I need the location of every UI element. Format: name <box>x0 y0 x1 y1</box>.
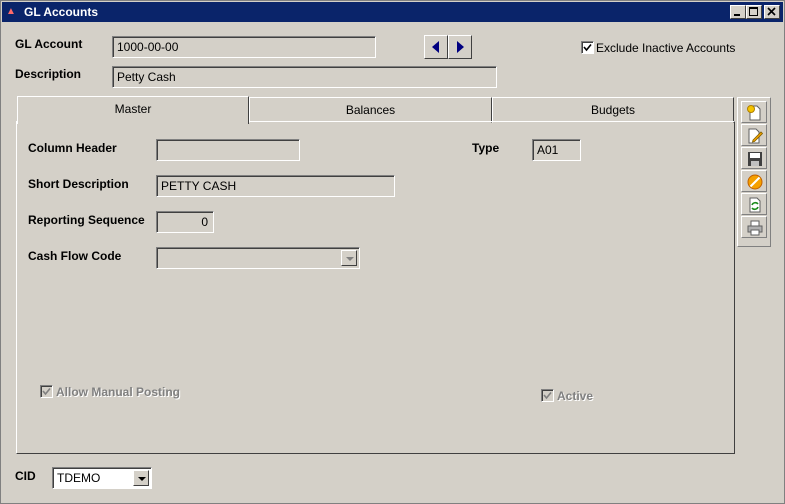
column-header-field[interactable] <box>156 139 300 161</box>
checkmark-icon <box>42 387 51 396</box>
allow-manual-posting-label: Allow Manual Posting <box>56 385 181 399</box>
cash-flow-code-label: Cash Flow Code <box>28 249 122 263</box>
window-title: GL Accounts <box>24 5 99 19</box>
chevron-down-icon <box>138 477 146 481</box>
short-description-field[interactable]: PETTY CASH <box>156 175 395 197</box>
title-bar[interactable]: ▲ GL Accounts <box>2 2 783 22</box>
app-icon: ▲ <box>6 6 16 17</box>
gl-account-label: GL Account <box>15 37 83 51</box>
chevron-down-icon <box>346 257 354 261</box>
previous-record-button[interactable] <box>424 35 448 59</box>
allow-manual-posting-checkbox[interactable] <box>40 385 53 398</box>
gl-accounts-window: ▲ GL Accounts GL Account 1000-00-00 Excl… <box>0 0 785 504</box>
checkmark-icon <box>583 43 592 52</box>
save-icon <box>748 152 762 166</box>
exclude-inactive-checkbox[interactable] <box>581 41 594 54</box>
exclude-inactive-label: Exclude Inactive Accounts <box>596 41 736 55</box>
close-icon <box>767 7 776 16</box>
refresh-icon <box>749 197 761 213</box>
next-record-button[interactable] <box>448 35 472 59</box>
reporting-sequence-field[interactable]: 0 <box>156 211 214 233</box>
maximize-button[interactable] <box>746 5 762 19</box>
refresh-button[interactable] <box>741 193 767 215</box>
type-field[interactable]: A01 <box>532 139 581 161</box>
active-checkbox[interactable] <box>541 389 554 402</box>
print-icon <box>747 220 763 236</box>
checkmark-icon <box>543 391 552 400</box>
cid-label: CID <box>15 469 36 483</box>
cid-combo[interactable]: TDEMO <box>52 467 152 489</box>
cancel-button[interactable] <box>741 170 767 192</box>
maximize-icon <box>749 7 758 16</box>
close-button[interactable] <box>764 5 780 19</box>
short-description-label: Short Description <box>28 177 129 191</box>
cancel-icon <box>747 174 763 190</box>
print-button[interactable] <box>741 216 767 238</box>
tab-master[interactable]: Master <box>17 96 249 124</box>
active-label: Active <box>557 389 594 403</box>
cash-flow-code-dropdown-button[interactable] <box>341 250 357 266</box>
tab-balances[interactable]: Balances <box>249 97 492 123</box>
edit-record-icon <box>748 128 764 144</box>
minimize-button[interactable] <box>730 5 746 19</box>
record-toolbar <box>737 97 771 247</box>
edit-record-button[interactable] <box>741 124 767 146</box>
minimize-icon <box>734 14 740 16</box>
new-record-icon <box>747 105 761 121</box>
description-label: Description <box>15 67 82 81</box>
cid-dropdown-button[interactable] <box>133 470 149 486</box>
tab-budgets[interactable]: Budgets <box>492 97 734 123</box>
save-button[interactable] <box>741 147 767 169</box>
reporting-sequence-label: Reporting Sequence <box>28 213 145 227</box>
description-field[interactable]: Petty Cash <box>112 66 497 88</box>
type-label: Type <box>472 141 500 155</box>
column-header-label: Column Header <box>28 141 117 155</box>
arrow-left-icon <box>432 41 439 53</box>
gl-account-field[interactable]: 1000-00-00 <box>112 36 376 58</box>
arrow-right-icon <box>457 41 464 53</box>
new-record-button[interactable] <box>741 101 767 123</box>
master-tab-panel <box>16 121 735 454</box>
cash-flow-code-combo[interactable] <box>156 247 360 269</box>
cid-value: TDEMO <box>57 471 101 485</box>
